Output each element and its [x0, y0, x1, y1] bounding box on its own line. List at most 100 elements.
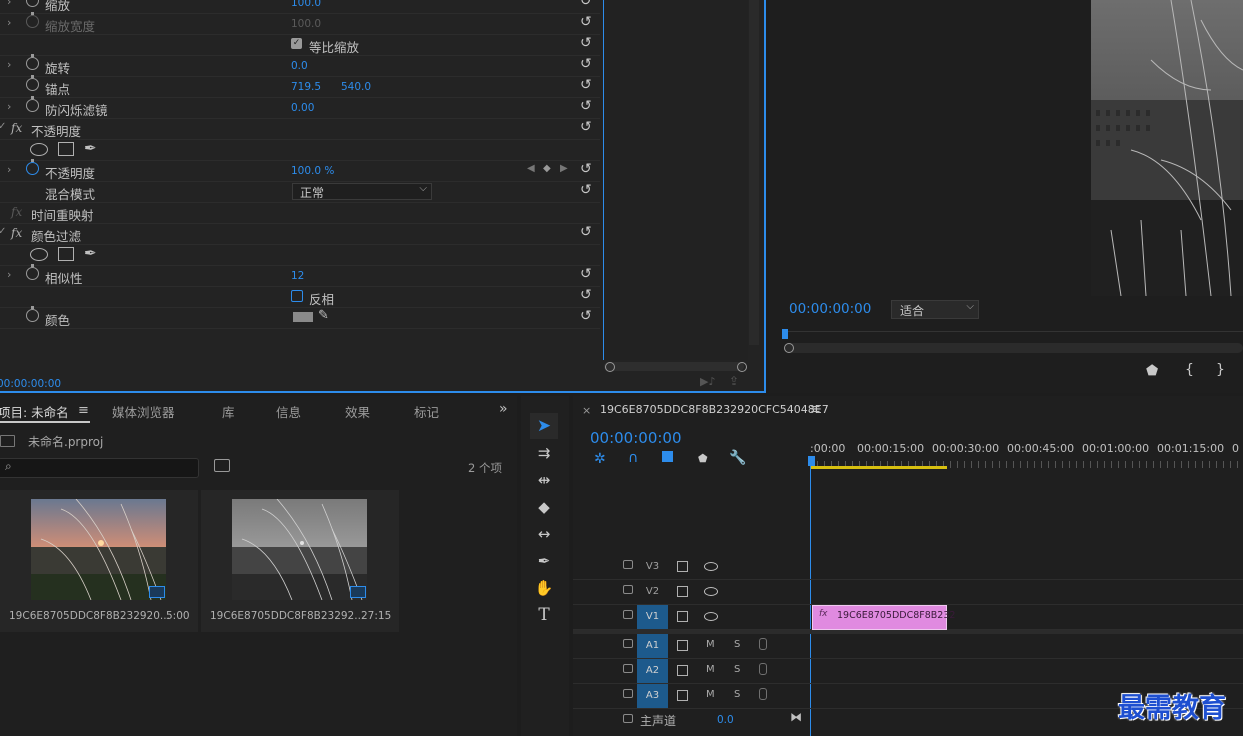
pen-tool-icon[interactable]: ✒: [532, 550, 556, 572]
microphone-icon[interactable]: [759, 638, 767, 650]
pen-mask-icon[interactable]: ✒: [84, 244, 97, 262]
stopwatch-icon[interactable]: [26, 54, 39, 70]
reset-icon[interactable]: ↺: [580, 14, 592, 30]
stopwatch-icon[interactable]: [26, 159, 39, 175]
scroll-handle-right[interactable]: [737, 362, 747, 372]
chevron-down-icon[interactable]: ✓: [0, 121, 6, 132]
fx-icon[interactable]: fx: [11, 226, 22, 240]
solo-button[interactable]: S: [734, 689, 740, 700]
sync-lock-icon[interactable]: [677, 690, 688, 701]
add-keyframe-icon[interactable]: ◆: [543, 163, 551, 174]
reset-icon[interactable]: ↺: [580, 161, 592, 177]
razor-tool-icon[interactable]: ◆: [532, 496, 556, 518]
param-value[interactable]: 100.0: [291, 0, 321, 9]
param-value[interactable]: 0.00: [291, 102, 314, 114]
reset-icon[interactable]: ↺: [580, 56, 592, 72]
rectangle-mask-icon[interactable]: [58, 142, 74, 156]
track-label[interactable]: V3: [637, 555, 668, 579]
invert-checkbox[interactable]: [291, 290, 303, 302]
track-select-tool-icon[interactable]: ⇉: [532, 442, 556, 464]
settings-wrench-icon[interactable]: 🔧: [729, 450, 746, 466]
anchor-x-value[interactable]: 719.5: [291, 81, 321, 93]
rectangle-mask-icon[interactable]: [58, 247, 74, 261]
hand-tool-icon[interactable]: ✋: [532, 577, 556, 599]
monitor-playhead[interactable]: [782, 329, 788, 339]
sequence-tab[interactable]: 19C6E8705DDC8F8B232920CFC54048E7: [600, 403, 829, 416]
lock-icon[interactable]: [623, 689, 633, 698]
param-row-scale[interactable]: › 缩放 100.0 ↺: [0, 0, 600, 14]
timeline-timecode[interactable]: 00:00:00:00: [590, 429, 682, 447]
effect-header-color-filter[interactable]: ✓ fx 颜色过滤 ↺: [0, 223, 600, 245]
clip-thumbnail[interactable]: [232, 499, 367, 600]
fx-icon[interactable]: fx: [11, 205, 22, 219]
effect-header-time-remap[interactable]: fx 时间重映射: [0, 202, 600, 224]
reset-icon[interactable]: ↺: [580, 0, 592, 9]
tab-media-browser[interactable]: 媒体浏览器: [112, 402, 175, 421]
stopwatch-icon[interactable]: [26, 0, 39, 7]
lock-icon[interactable]: [623, 610, 633, 619]
effect-timecode[interactable]: 00:00:00:00: [0, 378, 61, 390]
next-keyframe-icon[interactable]: ▶: [560, 163, 568, 174]
prev-keyframe-icon[interactable]: ◀: [527, 163, 535, 174]
close-icon[interactable]: ×: [582, 404, 591, 417]
snap-icon[interactable]: ∩: [628, 450, 638, 466]
solo-button[interactable]: S: [734, 639, 740, 650]
more-tabs-icon[interactable]: »: [499, 401, 508, 417]
search-input[interactable]: ⌕: [0, 458, 199, 478]
vertical-scrollbar[interactable]: [749, 0, 759, 345]
chevron-right-icon[interactable]: ›: [7, 100, 11, 113]
fit-select[interactable]: 适合 ⌵: [891, 300, 979, 319]
export-icon[interactable]: ⇪: [729, 374, 739, 388]
eyedropper-icon[interactable]: ✎: [318, 308, 329, 323]
scroll-handle-left[interactable]: [605, 362, 615, 372]
tab-info[interactable]: 信息: [276, 402, 301, 421]
eye-icon[interactable]: [704, 562, 718, 571]
track-label[interactable]: A1: [637, 634, 668, 658]
go-to-edit-icon[interactable]: ⧓: [790, 710, 802, 724]
keyframe-area[interactable]: [604, 0, 748, 360]
panel-menu-icon[interactable]: ≡: [810, 402, 821, 417]
mute-button[interactable]: M: [706, 639, 715, 650]
param-row-anchor[interactable]: 锚点 719.5 540.0 ↺: [0, 75, 600, 98]
param-row-flicker[interactable]: › 防闪烁滤镜 0.00 ↺: [0, 96, 600, 119]
reset-icon[interactable]: ↺: [580, 287, 592, 303]
blend-mode-select[interactable]: 正常 ⌵: [292, 183, 432, 200]
ripple-edit-tool-icon[interactable]: ⇹: [532, 469, 556, 491]
monitor-zoom-bar[interactable]: [784, 343, 1243, 353]
stopwatch-icon[interactable]: [26, 96, 39, 112]
chevron-right-icon[interactable]: ›: [7, 58, 11, 71]
param-row-opacity[interactable]: › 不透明度 100.0 % ◀ ◆ ▶ ↺: [0, 159, 600, 182]
track-label[interactable]: A3: [637, 684, 668, 708]
timeline-playhead-handle[interactable]: [808, 456, 815, 466]
mark-out-icon[interactable]: }: [1216, 362, 1225, 378]
param-value[interactable]: 12: [291, 270, 304, 282]
zoom-handle[interactable]: [784, 343, 794, 353]
anchor-y-value[interactable]: 540.0: [341, 81, 371, 93]
add-marker-icon[interactable]: ⬟: [1146, 363, 1158, 379]
work-area-bar[interactable]: [810, 466, 947, 469]
track-label[interactable]: A2: [637, 659, 668, 683]
chevron-right-icon[interactable]: ›: [7, 0, 11, 8]
track-label[interactable]: V2: [637, 580, 668, 604]
clip-card[interactable]: 19C6E8705DDC8F8B23292... 27:15: [201, 490, 399, 632]
sync-lock-icon[interactable]: [677, 586, 688, 597]
microphone-icon[interactable]: [759, 688, 767, 700]
param-row-blend-mode[interactable]: 混合模式 正常 ⌵ ↺: [0, 181, 600, 203]
mute-button[interactable]: M: [706, 664, 715, 675]
param-row-scale-width[interactable]: › 缩放宽度 100.0 ↺: [0, 12, 600, 35]
param-row-color[interactable]: 颜色 ✎ ↺: [0, 306, 600, 329]
track-a2[interactable]: A2 M S: [573, 659, 1243, 684]
reset-icon[interactable]: ↺: [580, 224, 592, 240]
fx-icon[interactable]: fx: [11, 121, 22, 135]
param-value[interactable]: 0.0: [291, 60, 308, 72]
selection-tool-icon[interactable]: ➤: [532, 415, 556, 437]
chevron-down-icon[interactable]: ✓: [0, 226, 6, 237]
new-search-bin-icon[interactable]: [214, 459, 230, 472]
lock-icon[interactable]: [623, 714, 633, 723]
param-value[interactable]: 100.0 %: [291, 165, 334, 177]
sync-lock-icon[interactable]: [677, 640, 688, 651]
sync-lock-icon[interactable]: [677, 561, 688, 572]
add-marker-icon[interactable]: ⬟: [698, 452, 708, 465]
param-row-similarity[interactable]: › 相似性 12 ↺: [0, 264, 600, 287]
reset-icon[interactable]: ↺: [580, 35, 592, 51]
